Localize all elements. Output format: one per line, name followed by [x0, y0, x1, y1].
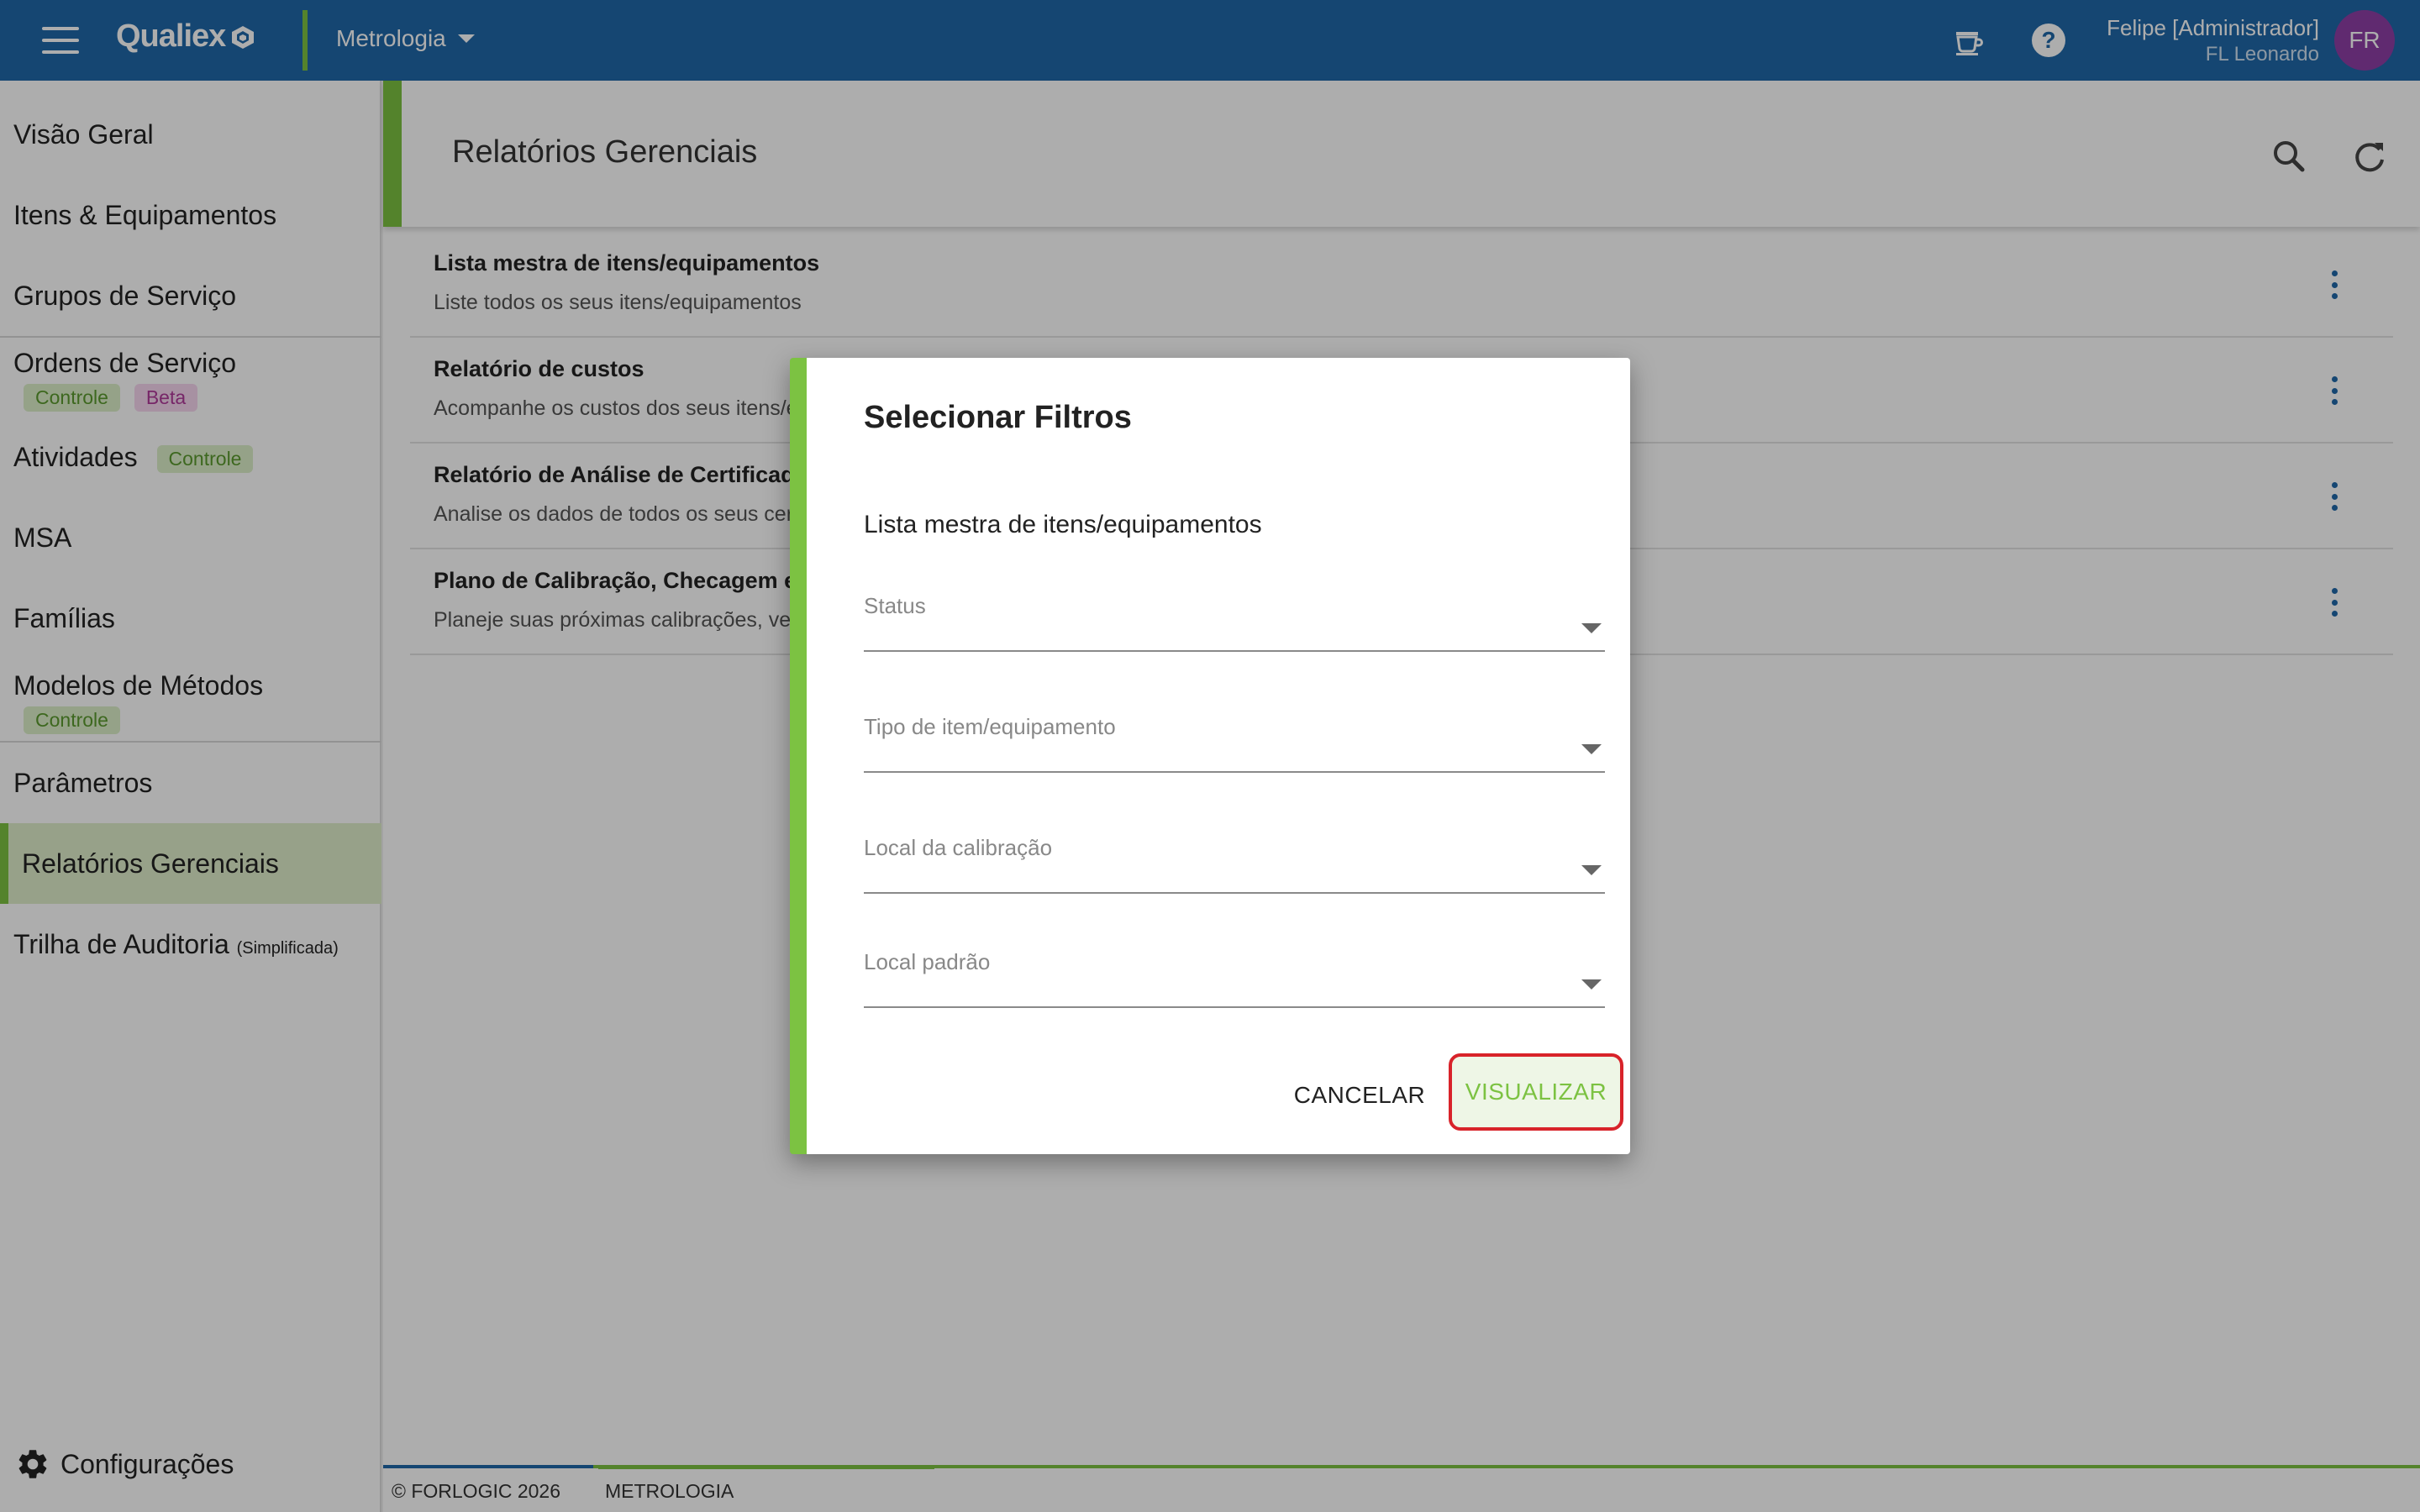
dropdown-arrow-icon — [1581, 979, 1602, 990]
cancel-button[interactable]: CANCELAR — [1294, 1072, 1425, 1119]
dialog-title: Selecionar Filtros — [864, 400, 1132, 435]
dropdown-arrow-icon — [1581, 623, 1602, 633]
default-location-select[interactable]: Local padrão — [864, 936, 1605, 1008]
view-button[interactable]: VISUALIZAR — [1449, 1053, 1623, 1131]
dropdown-arrow-icon — [1581, 865, 1602, 875]
calibration-location-select[interactable]: Local da calibração — [864, 833, 1605, 894]
filter-dialog: Selecionar Filtros Lista mestra de itens… — [790, 358, 1630, 1154]
item-type-select[interactable]: Tipo de item/equipamento — [864, 712, 1605, 773]
dropdown-arrow-icon — [1581, 744, 1602, 754]
field-label: Local padrão — [864, 949, 991, 974]
dialog-subtitle: Lista mestra de itens/equipamentos — [864, 511, 1262, 538]
field-label: Status — [864, 593, 926, 618]
field-label: Local da calibração — [864, 835, 1053, 860]
status-select[interactable]: Status — [864, 591, 1605, 652]
field-label: Tipo de item/equipamento — [864, 714, 1116, 739]
